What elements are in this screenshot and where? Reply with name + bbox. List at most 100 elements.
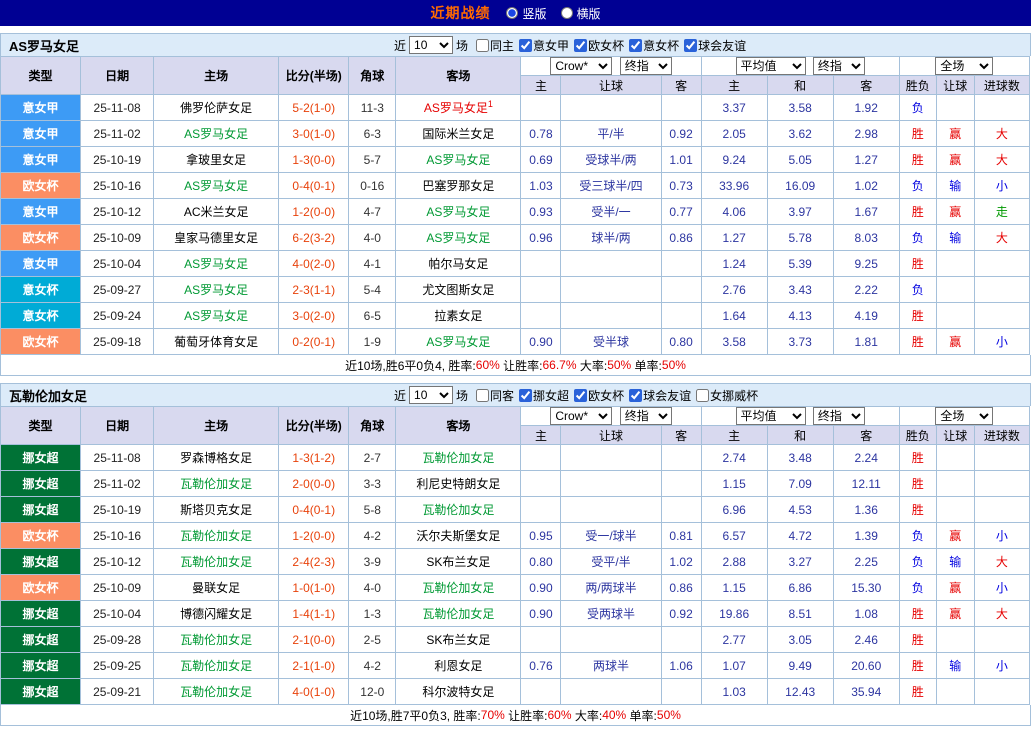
asia-away-odds <box>661 303 701 329</box>
score: 4-0(1-0) <box>279 679 349 705</box>
home-team[interactable]: 拿玻里女足 <box>154 147 279 173</box>
col-header-euro-home: 主 <box>701 76 767 95</box>
filter-checkbox-input[interactable] <box>519 39 532 52</box>
scope-select[interactable]: 全场 <box>935 407 993 425</box>
away-team[interactable]: SK布兰女足 <box>396 627 521 653</box>
summary-value: 60% <box>547 708 571 722</box>
summary-value: 66.7% <box>542 358 576 372</box>
away-team[interactable]: 瓦勒伦加女足 <box>396 575 521 601</box>
filter-checkbox-input[interactable] <box>476 39 489 52</box>
filter-checkbox-1[interactable]: 挪女超 <box>519 387 569 404</box>
euro-odds-avg-select[interactable]: 平均值 <box>736 57 806 75</box>
filter-checkbox-2[interactable]: 欧女杯 <box>574 387 624 404</box>
home-team[interactable]: 皇家马德里女足 <box>154 225 279 251</box>
asia-odds-source-select[interactable]: Crow* <box>550 57 612 75</box>
home-team[interactable]: 佛罗伦萨女足 <box>154 95 279 121</box>
away-team[interactable]: 利尼史特朗女足 <box>396 471 521 497</box>
home-team[interactable]: AS罗马女足 <box>154 251 279 277</box>
home-team[interactable]: 瓦勒伦加女足 <box>154 653 279 679</box>
home-team[interactable]: 瓦勒伦加女足 <box>154 627 279 653</box>
away-team[interactable]: AS罗马女足 <box>396 147 521 173</box>
home-team[interactable]: AS罗马女足 <box>154 303 279 329</box>
filter-checkbox-input[interactable] <box>574 39 587 52</box>
asia-odds-time-select[interactable]: 终指 <box>620 57 672 75</box>
handicap-result: 赢 <box>936 147 974 173</box>
home-team[interactable]: 瓦勒伦加女足 <box>154 471 279 497</box>
home-team[interactable]: AS罗马女足 <box>154 277 279 303</box>
filter-checkbox-4[interactable]: 球会友谊 <box>684 37 746 54</box>
away-team[interactable]: 瓦勒伦加女足 <box>396 445 521 471</box>
filter-checkbox-0[interactable]: 同客 <box>476 387 514 404</box>
win-loss-result: 胜 <box>899 601 936 627</box>
match-count-select[interactable]: 10 <box>409 386 453 404</box>
home-team[interactable]: 博德闪耀女足 <box>154 601 279 627</box>
scope-select[interactable]: 全场 <box>935 57 993 75</box>
home-team[interactable]: 瓦勒伦加女足 <box>154 679 279 705</box>
league-badge: 意女杯 <box>1 303 81 329</box>
win-loss-result: 胜 <box>899 251 936 277</box>
away-team[interactable]: 利恩女足 <box>396 653 521 679</box>
goals-result <box>974 471 1029 497</box>
match-date: 25-10-12 <box>81 199 154 225</box>
home-team[interactable]: AS罗马女足 <box>154 173 279 199</box>
home-team[interactable]: 瓦勒伦加女足 <box>154 523 279 549</box>
euro-odds-time-select[interactable]: 终指 <box>813 407 865 425</box>
away-team[interactable]: AS罗马女足 <box>396 225 521 251</box>
layout-radio-horizontal[interactable]: 横版 <box>561 5 601 22</box>
away-team[interactable]: AS罗马女足 <box>396 329 521 355</box>
filter-checkbox-0[interactable]: 同主 <box>476 37 514 54</box>
score: 2-1(0-0) <box>279 627 349 653</box>
col-header-goals: 进球数 <box>974 76 1029 95</box>
home-team[interactable]: AS罗马女足 <box>154 121 279 147</box>
filter-checkbox-2[interactable]: 欧女杯 <box>574 37 624 54</box>
away-team[interactable]: AS罗马女足1 <box>396 95 521 121</box>
away-team[interactable]: 拉素女足 <box>396 303 521 329</box>
asia-home-odds: 0.90 <box>521 601 561 627</box>
league-badge: 欧女杯 <box>1 575 81 601</box>
asia-odds-time-select[interactable]: 终指 <box>620 407 672 425</box>
asia-odds-select-cell: Crow* 终指 <box>521 407 701 426</box>
filter-checkbox-input[interactable] <box>574 389 587 402</box>
euro-odds-time-select[interactable]: 终指 <box>813 57 865 75</box>
euro-away-odds: 2.24 <box>833 445 899 471</box>
away-team[interactable]: AS罗马女足 <box>396 199 521 225</box>
asia-home-odds <box>521 277 561 303</box>
league-badge: 欧女杯 <box>1 523 81 549</box>
home-team[interactable]: 斯塔贝克女足 <box>154 497 279 523</box>
filter-checkbox-input[interactable] <box>684 39 697 52</box>
filter-checkbox-input[interactable] <box>629 389 642 402</box>
home-team[interactable]: 罗森博格女足 <box>154 445 279 471</box>
away-team[interactable]: 帕尔马女足 <box>396 251 521 277</box>
filter-checkbox-3[interactable]: 意女杯 <box>629 37 679 54</box>
filter-checkbox-4[interactable]: 女挪威杯 <box>696 387 758 404</box>
match-count-select[interactable]: 10 <box>409 36 453 54</box>
filter-checkbox-input[interactable] <box>519 389 532 402</box>
home-team[interactable]: AC米兰女足 <box>154 199 279 225</box>
away-team[interactable]: 沃尔夫斯堡女足 <box>396 523 521 549</box>
filter-checkbox-3[interactable]: 球会友谊 <box>629 387 691 404</box>
home-team[interactable]: 葡萄牙体育女足 <box>154 329 279 355</box>
euro-odds-avg-select[interactable]: 平均值 <box>736 407 806 425</box>
away-team[interactable]: 国际米兰女足 <box>396 121 521 147</box>
away-team[interactable]: 巴塞罗那女足 <box>396 173 521 199</box>
filter-checkbox-input[interactable] <box>476 389 489 402</box>
filter-checkbox-input[interactable] <box>629 39 642 52</box>
summary-label: 让胜率: <box>500 357 543 374</box>
match-date: 25-11-08 <box>81 445 154 471</box>
away-team[interactable]: 瓦勒伦加女足 <box>396 601 521 627</box>
asia-home-odds <box>521 471 561 497</box>
layout-radio-vertical[interactable]: 竖版 <box>506 5 546 22</box>
home-team[interactable]: 曼联女足 <box>154 575 279 601</box>
asia-away-odds <box>661 445 701 471</box>
page-title: 近期战绩 <box>430 3 490 23</box>
away-team[interactable]: 尤文图斯女足 <box>396 277 521 303</box>
filter-checkbox-input[interactable] <box>696 389 709 402</box>
away-team[interactable]: 科尔波特女足 <box>396 679 521 705</box>
asia-handicap <box>561 627 661 653</box>
win-loss-result: 负 <box>899 95 936 121</box>
away-team[interactable]: 瓦勒伦加女足 <box>396 497 521 523</box>
asia-odds-source-select[interactable]: Crow* <box>550 407 612 425</box>
away-team[interactable]: SK布兰女足 <box>396 549 521 575</box>
home-team[interactable]: 瓦勒伦加女足 <box>154 549 279 575</box>
filter-checkbox-1[interactable]: 意女甲 <box>519 37 569 54</box>
